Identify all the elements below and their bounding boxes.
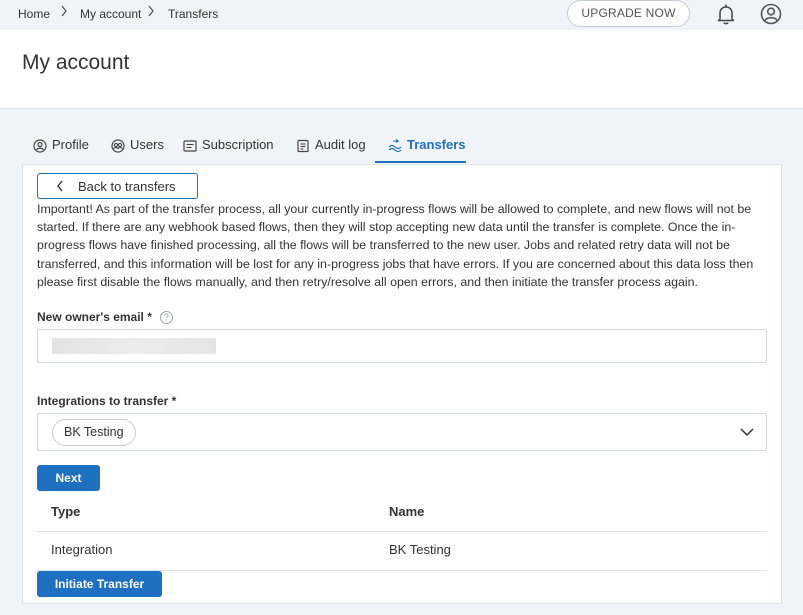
tab-profile-label: Profile [52, 137, 89, 152]
breadcrumb-home[interactable]: Home [18, 7, 50, 21]
profile-icon [33, 139, 47, 153]
tab-profile[interactable]: Profile [33, 137, 89, 163]
top-bar: Home My account Transfers UPGRADE NOW [0, 0, 803, 30]
tab-subscription-label: Subscription [202, 137, 274, 152]
breadcrumb-separator-icon [147, 5, 155, 20]
transfers-icon [388, 139, 402, 153]
bell-icon[interactable] [716, 3, 736, 25]
redacted-email-value [52, 338, 216, 354]
tab-audit-log[interactable]: Audit log [296, 137, 366, 163]
new-owner-email-label: New owner's email *? [37, 310, 173, 325]
transfer-notice: Important! As part of the transfer proce… [37, 202, 754, 289]
table-header-type: Type [51, 504, 81, 519]
chevron-left-icon [57, 180, 63, 192]
breadcrumb-transfers: Transfers [168, 7, 219, 21]
new-owner-email-label-text: New owner's email * [37, 310, 152, 324]
next-button[interactable]: Next [37, 465, 100, 491]
page-title: My account [22, 51, 130, 74]
back-to-transfers-label: Back to transfers [78, 178, 176, 194]
subscription-icon [183, 140, 197, 152]
table-cell-name: BK Testing [389, 542, 451, 557]
tab-transfers-label: Transfers [407, 137, 466, 152]
chevron-down-icon[interactable] [740, 427, 754, 437]
tab-subscription[interactable]: Subscription [183, 137, 274, 163]
upgrade-now-button[interactable]: UPGRADE NOW [567, 0, 690, 27]
breadcrumb-my-account[interactable]: My account [80, 7, 141, 21]
breadcrumb-separator-icon [60, 5, 68, 20]
table-header-name: Name [389, 504, 425, 519]
tab-transfers[interactable]: Transfers [375, 137, 466, 163]
new-owner-email-field[interactable] [37, 329, 767, 363]
initiate-transfer-button[interactable]: Initiate Transfer [37, 571, 162, 597]
tab-users-label: Users [130, 137, 164, 152]
back-to-transfers-button[interactable]: Back to transfers [37, 173, 198, 199]
audit-log-icon [297, 139, 309, 153]
table-cell-type: Integration [51, 542, 113, 557]
page-header: My account [0, 30, 803, 109]
integration-chip[interactable]: BK Testing [52, 419, 136, 446]
integrations-to-transfer-label: Integrations to transfer * [37, 394, 177, 408]
help-icon[interactable]: ? [159, 311, 173, 325]
integrations-select[interactable]: BK Testing [37, 413, 767, 451]
tab-users[interactable]: Users [111, 137, 164, 163]
account-icon[interactable] [760, 3, 782, 25]
users-icon [111, 139, 125, 153]
tab-audit-log-label: Audit log [315, 137, 366, 152]
table-divider [37, 531, 767, 532]
